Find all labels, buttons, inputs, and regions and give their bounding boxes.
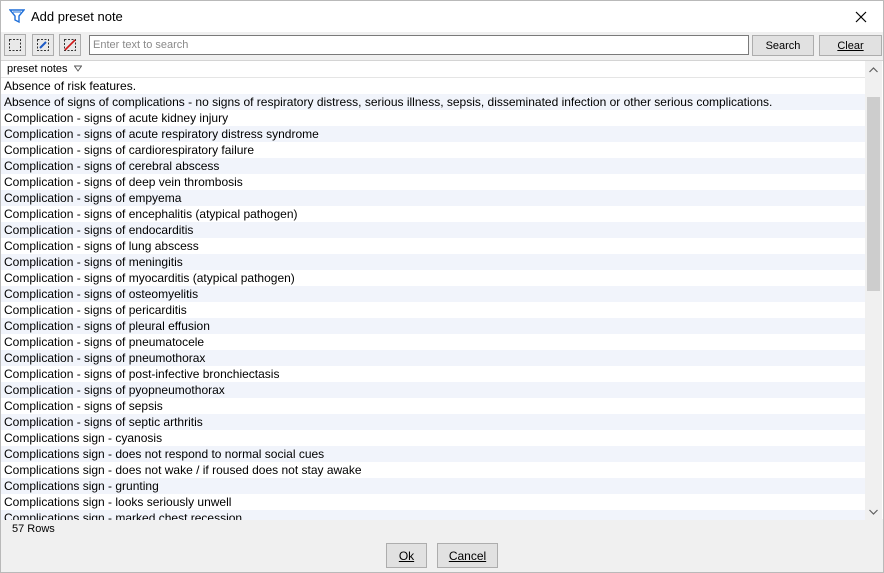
list-item[interactable]: Complication - signs of septic arthritis bbox=[1, 414, 865, 430]
list-item[interactable]: Complications sign - does not wake / if … bbox=[1, 462, 865, 478]
vertical-scrollbar[interactable] bbox=[865, 61, 882, 520]
list-item[interactable]: Complication - signs of lung abscess bbox=[1, 238, 865, 254]
list-item[interactable]: Complication - signs of sepsis bbox=[1, 398, 865, 414]
row-count: 57 Rows bbox=[12, 523, 55, 535]
list-item[interactable]: Complication - signs of pyopneumothorax bbox=[1, 382, 865, 398]
list-item[interactable]: Complications sign - marked chest recess… bbox=[1, 510, 865, 520]
add-preset-note-dialog: Add preset note Search Clear bbox=[0, 0, 884, 573]
toolbar: Search Clear bbox=[1, 32, 883, 58]
list-item[interactable]: Complication - signs of endocarditis bbox=[1, 222, 865, 238]
list-item[interactable]: Complications sign - looks seriously unw… bbox=[1, 494, 865, 510]
list-item[interactable]: Complication - signs of pneumatocele bbox=[1, 334, 865, 350]
title-bar: Add preset note bbox=[1, 1, 883, 32]
list-item[interactable]: Complications sign - grunting bbox=[1, 478, 865, 494]
list-item[interactable]: Complication - signs of acute respirator… bbox=[1, 126, 865, 142]
ok-label: Ok bbox=[398, 548, 415, 563]
search-input[interactable] bbox=[89, 35, 749, 55]
list-item[interactable]: Complication - signs of pleural effusion bbox=[1, 318, 865, 334]
column-header-label: preset notes bbox=[7, 63, 68, 75]
funnel-app-icon bbox=[8, 8, 26, 24]
close-button[interactable] bbox=[839, 1, 883, 32]
search-button[interactable]: Search bbox=[752, 35, 814, 56]
list-item[interactable]: Complication - signs of cerebral abscess bbox=[1, 158, 865, 174]
ok-button[interactable]: Ok bbox=[386, 543, 427, 568]
deselect-icon bbox=[64, 39, 76, 51]
select-edit-icon bbox=[37, 39, 49, 51]
cancel-label: Cancel bbox=[448, 548, 487, 563]
list-item[interactable]: Complication - signs of pneumothorax bbox=[1, 350, 865, 366]
deselect-button[interactable] bbox=[59, 34, 81, 56]
cancel-button[interactable]: Cancel bbox=[437, 543, 498, 568]
list-item[interactable]: Complication - signs of acute kidney inj… bbox=[1, 110, 865, 126]
list-item[interactable]: Absence of risk features. bbox=[1, 78, 865, 94]
clear-label: Clear bbox=[837, 39, 864, 52]
chevron-up-icon bbox=[869, 66, 878, 72]
list-item[interactable]: Complication - signs of pericarditis bbox=[1, 302, 865, 318]
list-item[interactable]: Complications sign - cyanosis bbox=[1, 430, 865, 446]
list-item[interactable]: Complication - signs of encephalitis (at… bbox=[1, 206, 865, 222]
list-item[interactable]: Complication - signs of myocarditis (aty… bbox=[1, 270, 865, 286]
list-item[interactable]: Absence of signs of complications - no s… bbox=[1, 94, 865, 110]
list-item[interactable]: Complication - signs of osteomyelitis bbox=[1, 286, 865, 302]
select-all-button[interactable] bbox=[4, 34, 26, 56]
column-header-preset-notes[interactable]: preset notes bbox=[1, 61, 865, 78]
list-item[interactable]: Complication - signs of deep vein thromb… bbox=[1, 174, 865, 190]
close-icon bbox=[855, 11, 867, 22]
scroll-down-button[interactable] bbox=[865, 503, 882, 520]
scroll-thumb[interactable] bbox=[867, 97, 880, 291]
list-item[interactable]: Complication - signs of post-infective b… bbox=[1, 366, 865, 382]
rows-container: Absence of risk features. Absence of sign… bbox=[1, 78, 865, 520]
preset-notes-list: preset notes Absence of risk features. Ab… bbox=[1, 60, 883, 520]
list-item[interactable]: Complication - signs of cardiorespirator… bbox=[1, 142, 865, 158]
filter-icon[interactable] bbox=[73, 65, 82, 73]
clear-button[interactable]: Clear bbox=[819, 35, 882, 56]
list-item[interactable]: Complication - signs of meningitis bbox=[1, 254, 865, 270]
select-all-icon bbox=[9, 39, 21, 51]
chevron-down-icon bbox=[869, 509, 878, 515]
list-item[interactable]: Complication - signs of empyema bbox=[1, 190, 865, 206]
dialog-title: Add preset note bbox=[31, 9, 123, 24]
list-item[interactable]: Complications sign - does not respond to… bbox=[1, 446, 865, 462]
select-edit-button[interactable] bbox=[32, 34, 54, 56]
scroll-up-button[interactable] bbox=[865, 61, 882, 78]
